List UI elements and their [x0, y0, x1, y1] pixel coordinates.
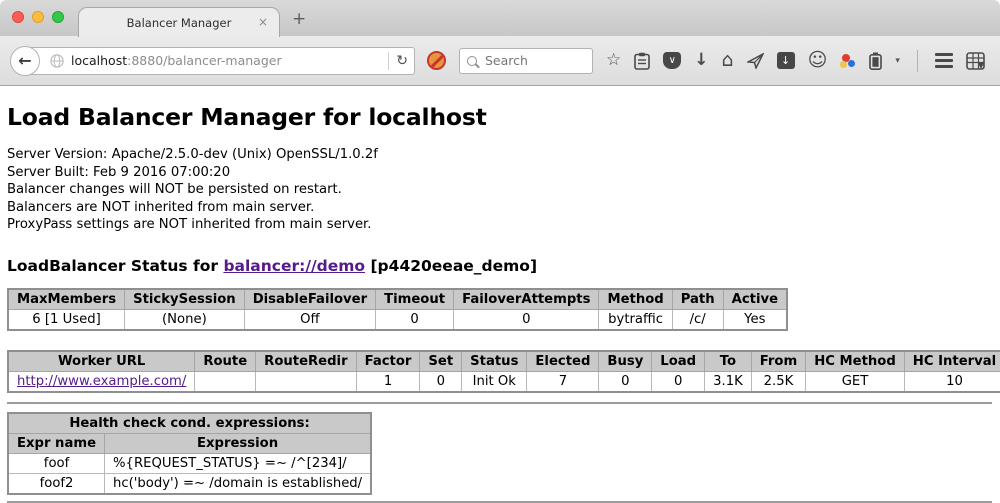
extension-dots-icon[interactable] [840, 53, 856, 69]
clipboard-icon[interactable] [634, 52, 650, 70]
bookmark-star-icon[interactable]: ☆ [606, 52, 621, 69]
tab-title: Balancer Manager [127, 16, 232, 30]
download-panel-icon[interactable]: ↓ [777, 52, 795, 69]
worker-status-table: Worker URL Route RouteRedir Factor Set S… [7, 350, 1000, 393]
back-button[interactable]: ← [10, 46, 40, 76]
persist-note-line: Balancer changes will NOT be persisted o… [7, 181, 992, 199]
pocket-icon[interactable]: ∨ [663, 52, 681, 69]
section-divider [7, 402, 992, 404]
worker-url-link[interactable]: http://www.example.com/ [17, 374, 186, 389]
search-input[interactable] [483, 52, 573, 69]
reload-icon[interactable]: ↻ [396, 54, 408, 68]
url-domain: localhost [71, 53, 127, 68]
health-check-table: Health check cond. expressions: Expr nam… [7, 412, 372, 495]
content-blocked-icon[interactable] [427, 51, 446, 70]
send-plane-icon[interactable] [747, 53, 764, 69]
url-path: :8880/balancer-manager [127, 53, 281, 68]
server-version-line: Server Version: Apache/2.5.0-dev (Unix) … [7, 146, 992, 164]
zoom-window-button[interactable] [52, 11, 64, 23]
table-header-row: Worker URL Route RouteRedir Factor Set S… [8, 351, 1000, 372]
table-row: 6 [1 Used] (None) Off 0 0 bytraffic /c/ … [8, 309, 787, 330]
urlbar-divider [388, 52, 389, 70]
hamburger-menu-icon[interactable] [935, 53, 953, 68]
overflow-caret-icon[interactable]: ▾ [895, 56, 900, 66]
server-info: Server Version: Apache/2.5.0-dev (Unix) … [7, 146, 992, 234]
home-icon[interactable]: ⌂ [722, 51, 734, 70]
server-built-line: Server Built: Feb 9 2016 07:00:20 [7, 164, 992, 182]
proxypass-note-line: ProxyPass settings are NOT inherited fro… [7, 216, 992, 234]
new-tab-button[interactable]: + [292, 9, 306, 29]
globe-icon [50, 54, 64, 68]
table-row: http://www.example.com/ 1 0 Init Ok 7 0 … [8, 371, 1000, 392]
table-header-row: MaxMembers StickySession DisableFailover… [8, 289, 787, 310]
traffic-lights [12, 11, 64, 23]
page-content: Load Balancer Manager for localhost Serv… [0, 103, 1000, 503]
page-end-divider [7, 501, 992, 503]
browser-window: Balancer Manager × + ← localhost:8880/ba… [0, 0, 1000, 491]
balancer-demo-link[interactable]: balancer://demo [223, 257, 365, 275]
minimize-window-button[interactable] [32, 11, 44, 23]
tab-close-icon[interactable]: × [258, 15, 268, 29]
url-bar[interactable]: localhost:8880/balancer-manager ↻ [25, 47, 415, 75]
toolbar-separator [917, 50, 918, 72]
table-title-row: Health check cond. expressions: [8, 413, 371, 434]
tab-balancer-manager[interactable]: Balancer Manager × [78, 7, 280, 37]
navigation-toolbar: ← localhost:8880/balancer-manager ↻ ☆ [0, 36, 1000, 86]
health-table-title: Health check cond. expressions: [8, 413, 371, 434]
apps-grid-icon[interactable] [966, 52, 985, 70]
search-icon [467, 56, 477, 66]
search-box[interactable] [459, 48, 593, 74]
close-window-button[interactable] [12, 11, 24, 23]
balancer-status-heading: LoadBalancer Status for balancer://demo … [7, 257, 992, 275]
table-row: foof %{REQUEST_STATUS} =~ /^[234]/ [8, 453, 371, 473]
balancer-settings-table: MaxMembers StickySession DisableFailover… [7, 288, 788, 331]
table-row: foof2 hc('body') =~ /domain is establish… [8, 473, 371, 494]
battery-extension-icon[interactable] [869, 52, 882, 70]
tab-bar: Balancer Manager × + [0, 0, 1000, 36]
emoji-smiley-icon[interactable]: ☺ [808, 51, 828, 70]
inherit-note-line: Balancers are NOT inherited from main se… [7, 199, 992, 217]
back-icon: ← [18, 51, 31, 70]
downloads-icon[interactable]: ↓ [694, 52, 708, 69]
page-title: Load Balancer Manager for localhost [7, 103, 992, 131]
toolbar-icons: ☆ ∨ ↓ ⌂ ↓ ☺ ▾ [606, 50, 985, 72]
table-header-row: Expr name Expression [8, 433, 371, 453]
